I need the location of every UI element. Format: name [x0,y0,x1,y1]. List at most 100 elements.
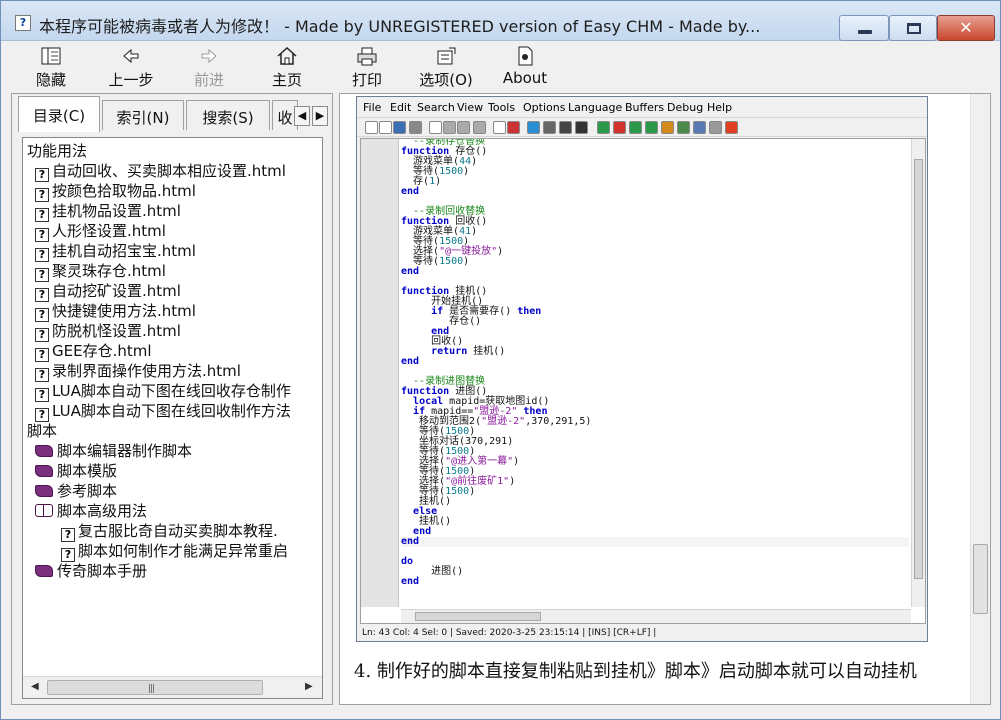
hide-button[interactable]: 隐藏 [29,46,73,90]
code-text: end [401,186,420,197]
tree-item[interactable]: ? 复古服比奇自动买卖脚本教程. [27,521,319,542]
tree-item-label: 脚本如何制作才能满足异常重启 [78,542,289,560]
tree-item[interactable]: ? 挂机自动招宝宝.html [27,241,319,262]
tree-item[interactable]: ? LUA脚本自动下图在线回收制作方法 [27,401,319,422]
tree-item[interactable]: 参考脚本 [27,481,319,501]
code-line: 14 选择("@一键投放") [401,247,909,257]
topic-content-pane: File Edit Search View Tools Options Language Bu… [339,93,991,705]
close-button[interactable]: ✕ [937,15,995,41]
minimize-button[interactable] [839,15,889,41]
help-page-icon: ? [61,548,75,562]
contents-tree[interactable]: 功能用法? 自动回收、买卖脚本相应设置.html? 按颜色拾取物品.html? 挂机物… [22,137,323,699]
help-page-icon: ? [35,228,49,242]
content-scroll-thumb[interactable] [973,544,988,614]
content-vertical-scrollbar[interactable] [970,94,990,704]
tree-item[interactable]: ? 自动回收、买卖脚本相应设置.html [27,161,319,182]
scroll-right-icon[interactable]: ▶ [305,681,313,692]
tree-item[interactable]: ? 快捷键使用方法.html [27,301,319,322]
print-button[interactable]: 打印 [345,46,389,90]
about-label: About [502,69,548,87]
tree-item[interactable]: ? 自动挖矿设置.html [27,281,319,302]
editor-menu-item: View [457,101,484,114]
home-button[interactable]: 主页 [265,46,309,90]
code-line: 37 选择("@前往废矿1") [401,477,909,487]
editor-hscroll-thumb [415,612,541,621]
tab-scroll-right-button[interactable]: ▶ [312,106,328,126]
tab-search[interactable]: 搜索(S) [186,100,270,130]
editor-tool-icon [493,121,506,134]
home-label: 主页 [271,71,302,89]
help-page-icon: ? [61,528,75,542]
options-button[interactable]: 选项(O) [411,46,481,90]
tab-index[interactable]: 索引(N) [102,100,184,130]
tree-item[interactable]: ? 人形怪设置.html [27,221,319,242]
editor-scroll-thumb [914,159,923,579]
maximize-icon [907,23,921,34]
help-app-icon[interactable]: ? [15,15,31,31]
scroll-left-icon[interactable]: ◀ [31,681,39,692]
hide-label: 隐藏 [35,71,66,89]
code-text: end [401,266,420,277]
help-page-icon: ? [35,308,49,322]
arrow-right-icon [201,48,217,64]
help-page-icon: ? [35,168,49,182]
editor-tool-icon [443,121,456,134]
tree-item[interactable]: 脚本高级用法 [27,501,319,521]
tree-item[interactable]: ? 聚灵珠存仓.html [27,261,319,282]
code-text: end [401,576,420,587]
editor-tool-icon [473,121,486,134]
code-line: 45-do [401,557,909,567]
editor-vertical-scrollbar [911,139,925,607]
code-text: end [401,356,420,367]
tree-item[interactable]: ? 脚本如何制作才能满足异常重启 [27,541,319,562]
triangle-right-icon: ▶ [315,109,325,122]
tree-item[interactable]: ? 挂机物品设置.html [27,201,319,222]
tree-item[interactable]: ? 按颜色拾取物品.html [27,181,319,202]
code-line: 42 end [401,527,909,537]
tree-item[interactable]: 传奇脚本手册 [27,561,319,581]
back-button[interactable]: 上一步 [101,46,161,90]
tree-item[interactable]: 脚本编辑器制作脚本 [27,441,319,461]
back-label: 上一步 [108,71,154,89]
code-line: 44 [401,547,909,557]
title-bar[interactable]: ? 本程序可能被病毒或者人为修改！ - Made by UNREGISTERED… [1,1,1000,41]
editor-tool-icon [613,121,626,134]
help-page-icon: ? [35,208,49,222]
maximize-button[interactable] [889,15,937,41]
tree-item-label: 自动挖矿设置.html [52,282,181,300]
code-lines: 3 --录制存仓替换4-function 存仓()5 游戏菜单(44)6 等待(… [401,139,909,605]
tab-scroll-left-button[interactable]: ◀ [294,106,310,126]
code-line: 21 存仓() [401,317,909,327]
tree-item[interactable]: 脚本 [27,421,319,441]
editor-tool-icon [379,121,392,134]
tree-item[interactable]: ? GEE存仓.html [27,341,319,362]
tree-item-label: 挂机自动招宝宝.html [52,242,196,260]
tree-item-label: 聚灵珠存仓.html [52,262,166,280]
tree-item-label: 快捷键使用方法.html [52,302,196,320]
code-line: 25end [401,357,909,367]
tree-item[interactable]: 功能用法 [27,141,319,161]
editor-menu-item: Edit [390,101,412,114]
help-toolbar: 隐藏 上一步 前进 主页 打印 选项(O) About [1,42,1000,92]
tree-item[interactable]: ? 录制界面操作使用方法.html [27,361,319,382]
tree-item-label: 传奇脚本手册 [57,562,148,580]
editor-tool-icon [409,121,422,134]
home-icon [277,46,297,65]
editor-tool-icon [725,121,738,134]
arrow-left-icon [123,48,139,64]
code-line: 31 移动到范围2("盟逊-2",370,291,5) [401,417,909,427]
forward-button[interactable]: 前进 [187,46,231,90]
help-page-icon: ? [35,248,49,262]
tree-item[interactable]: ? 防脱机怪设置.html [27,321,319,342]
tree-item-label: 参考脚本 [57,482,118,500]
tab-contents[interactable]: 目录(C) [18,96,100,132]
code-line: 41 挂机() [401,517,909,527]
tree-scroll-thumb[interactable]: ||| [47,680,263,695]
editor-menu-item: Options [523,101,566,114]
code-line: 15 等待(1500) [401,257,909,267]
about-button[interactable]: About [499,46,551,90]
tree-item[interactable]: ? LUA脚本自动下图在线回收存仓制作 [27,381,319,402]
tree-horizontal-scrollbar[interactable]: ◀ ||| ▶ [23,676,322,698]
tree-item-label: 人形怪设置.html [52,222,166,240]
tree-item[interactable]: 脚本模版 [27,461,319,481]
